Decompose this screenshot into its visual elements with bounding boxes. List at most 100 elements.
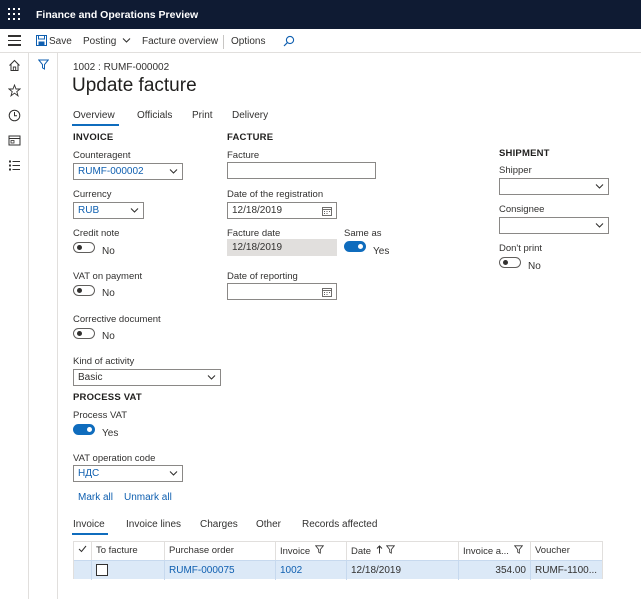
counteragent-label: Counteragent (73, 150, 131, 161)
date-of-reporting-input[interactable] (227, 283, 337, 300)
options-button[interactable]: Options (231, 36, 265, 47)
shipper-dropdown[interactable] (499, 178, 609, 195)
chevron-down-icon (595, 184, 604, 189)
grid-header-invoice[interactable]: Invoice (276, 542, 347, 560)
star-icon[interactable] (8, 84, 21, 97)
dont-print-state: No (528, 261, 541, 272)
grid-header-purchase-order[interactable]: Purchase order (165, 542, 276, 560)
grid-header-date[interactable]: Date (347, 542, 459, 560)
grid-header-invoice-label: Invoice (280, 546, 311, 557)
sort-ascending-icon (376, 545, 383, 554)
posting-button[interactable]: Posting (83, 36, 131, 47)
tab-invoice-underline (72, 533, 108, 535)
dont-print-label: Don't print (499, 243, 543, 254)
mark-all-link[interactable]: Mark all (78, 492, 113, 503)
kind-of-activity-dropdown[interactable]: Basic (73, 369, 221, 386)
unmark-all-link[interactable]: Unmark all (124, 492, 172, 503)
date-of-registration-input[interactable]: 12/18/2019 (227, 202, 337, 219)
save-button[interactable]: Save (49, 36, 72, 47)
tab-charges[interactable]: Charges (200, 519, 238, 530)
row-select-cell[interactable] (74, 561, 92, 580)
filter-pane (29, 53, 58, 599)
save-icon (36, 35, 47, 46)
counteragent-value: RUMF-000002 (78, 166, 144, 177)
voucher-cell: RUMF-1100... (535, 565, 598, 576)
hamburger-menu-icon[interactable] (8, 35, 21, 46)
filter-icon[interactable] (38, 59, 49, 70)
process-vat-state: Yes (102, 428, 119, 439)
tab-overview[interactable]: Overview (73, 110, 115, 121)
action-pane: Save Posting Facture overview Options (0, 29, 641, 53)
toggle-knob (77, 288, 82, 293)
date-of-registration-value: 12/18/2019 (232, 205, 283, 216)
grid-header-select[interactable] (74, 542, 92, 560)
grid-header-invoice-amount[interactable]: Invoice a... (459, 542, 531, 560)
chevron-down-icon (169, 169, 178, 174)
purchase-order-cell[interactable]: RUMF-000075 (165, 561, 276, 580)
facture-date-value: 12/18/2019 (232, 242, 283, 253)
currency-label: Currency (73, 189, 112, 200)
vat-on-payment-toggle[interactable] (73, 285, 95, 296)
currency-dropdown[interactable]: RUB (73, 202, 144, 219)
vat-operation-code-dropdown[interactable]: НДС (73, 465, 183, 482)
grid-header-invoice-amount-label: Invoice a... (463, 546, 509, 557)
to-facture-checkbox[interactable] (96, 564, 108, 576)
same-as-toggle[interactable] (344, 241, 366, 252)
vat-operation-code-value: НДС (78, 468, 100, 479)
tab-records-affected[interactable]: Records affected (302, 519, 377, 530)
filter-icon (513, 545, 523, 554)
tab-invoice[interactable]: Invoice (73, 519, 105, 530)
chevron-down-icon (169, 471, 178, 476)
vat-operation-code-label: VAT operation code (73, 453, 156, 464)
corrective-document-toggle[interactable] (73, 328, 95, 339)
same-as-label: Same as (344, 228, 382, 239)
home-icon[interactable] (8, 59, 21, 72)
app-title: Finance and Operations Preview (36, 9, 199, 21)
chevron-down-icon (207, 375, 216, 380)
calendar-icon[interactable] (322, 287, 332, 297)
filter-icon (314, 545, 324, 554)
app-launcher-icon[interactable] (8, 8, 20, 20)
process-vat-toggle[interactable] (73, 424, 95, 435)
kind-of-activity-value: Basic (78, 372, 103, 383)
same-as-state: Yes (373, 246, 390, 257)
toggle-knob (503, 260, 508, 265)
tab-other[interactable]: Other (256, 519, 281, 530)
grid-header-to-facture[interactable]: To facture (92, 542, 165, 560)
grid-header-voucher[interactable]: Voucher (531, 542, 602, 560)
search-icon[interactable] (283, 35, 295, 47)
facture-overview-button[interactable]: Facture overview (142, 36, 218, 47)
invoice-cell[interactable]: 1002 (276, 561, 347, 580)
credit-note-toggle[interactable] (73, 242, 95, 253)
tab-overview-underline (72, 124, 119, 126)
tab-print[interactable]: Print (192, 110, 213, 121)
calendar-icon[interactable] (322, 206, 332, 216)
process-vat-label: Process VAT (73, 410, 128, 421)
facture-input[interactable] (227, 162, 376, 179)
chevron-down-icon (130, 208, 139, 213)
facture-label: Facture (227, 150, 260, 161)
breadcrumb: 1002 : RUMF-000002 (73, 62, 170, 73)
counteragent-dropdown[interactable]: RUMF-000002 (73, 163, 183, 180)
consignee-dropdown[interactable] (499, 217, 609, 234)
facture-date-input: 12/18/2019 (227, 239, 337, 256)
to-facture-cell[interactable] (92, 561, 165, 580)
workspace-icon[interactable] (8, 134, 21, 147)
tab-officials[interactable]: Officials (137, 110, 172, 121)
chevron-down-icon (595, 223, 604, 228)
modules-list-icon[interactable] (8, 159, 21, 172)
facture-date-label: Facture date (227, 228, 281, 239)
table-row[interactable]: RUMF-000075 1002 12/18/2019 354.00 RUMF-… (74, 560, 602, 580)
dont-print-toggle[interactable] (499, 257, 521, 268)
filter-icon (386, 545, 396, 554)
toggle-knob (87, 427, 92, 432)
date-cell: 12/18/2019 (347, 561, 459, 580)
tab-invoice-lines[interactable]: Invoice lines (126, 519, 181, 530)
clock-icon[interactable] (8, 109, 21, 122)
kind-of-activity-label: Kind of activity (73, 356, 135, 367)
tab-delivery[interactable]: Delivery (232, 110, 268, 121)
invoice-grid: To facture Purchase order Invoice Date I… (73, 541, 603, 580)
toolbar-divider (223, 35, 224, 49)
toggle-knob (77, 245, 82, 250)
check-icon (78, 545, 87, 553)
